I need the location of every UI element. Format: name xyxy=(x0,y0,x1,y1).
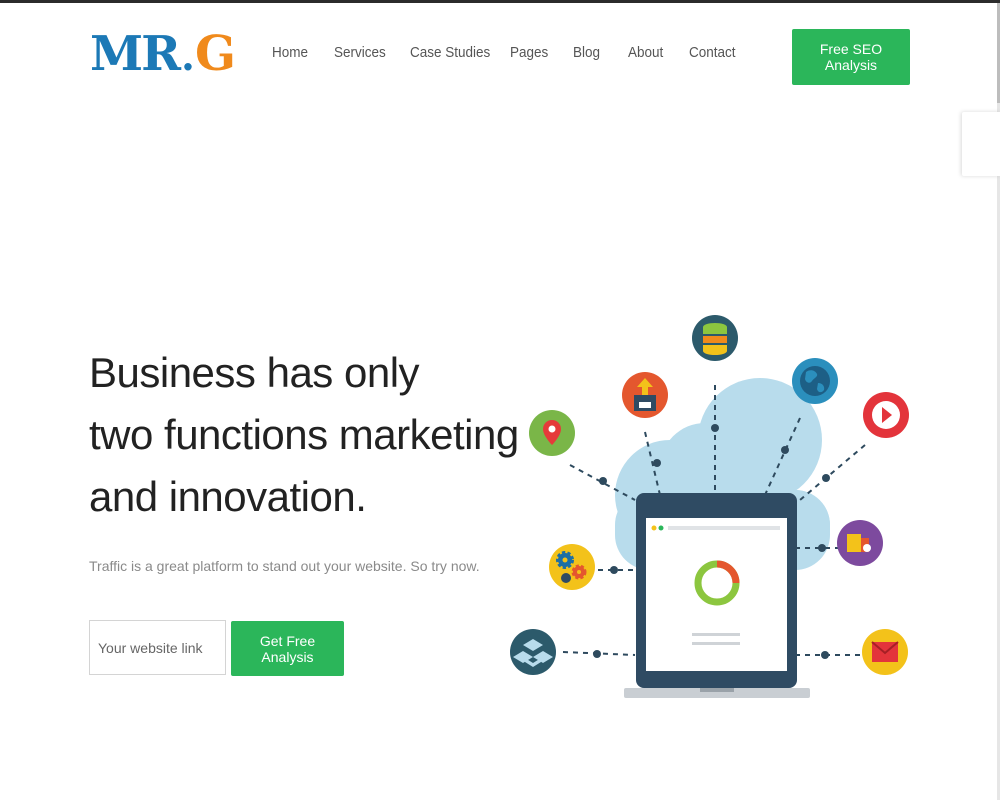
nav-services[interactable]: Services xyxy=(334,44,386,61)
window-top-border xyxy=(0,0,1000,3)
get-free-analysis-button[interactable]: Get Free Analysis xyxy=(231,621,344,676)
hero-headline-line-3: and innovation. xyxy=(89,473,367,520)
play-icon xyxy=(863,392,909,438)
nav-contact[interactable]: Contact xyxy=(689,44,736,61)
mail-icon xyxy=(862,629,908,675)
side-floating-widget[interactable] xyxy=(962,112,1000,176)
logo-dot: . xyxy=(181,33,195,80)
nav-about[interactable]: About xyxy=(628,44,663,61)
main-nav: Home Services Case Studies Pages Blog Ab… xyxy=(272,44,761,61)
laptop-icon xyxy=(624,493,810,698)
nav-pages[interactable]: Pages xyxy=(510,44,548,61)
database-icon xyxy=(692,315,738,361)
hero-headline-line-2: two functions marketing xyxy=(89,411,519,458)
website-link-input[interactable] xyxy=(89,620,226,675)
hero-headline: Business has only two functions marketin… xyxy=(89,342,519,528)
logo-text-g: G xyxy=(194,26,236,82)
nav-home[interactable]: Home xyxy=(272,44,308,61)
nav-blog[interactable]: Blog xyxy=(573,44,600,61)
site-logo[interactable]: MR . G xyxy=(90,26,236,82)
gears-icon xyxy=(549,544,595,590)
upload-floppy-icon xyxy=(622,372,668,418)
box-icon xyxy=(837,520,883,566)
seo-network-illustration xyxy=(510,315,909,698)
hero-subtext: Traffic is a great platform to stand out… xyxy=(89,558,480,574)
globe-icon xyxy=(792,358,838,404)
free-seo-analysis-button[interactable]: Free SEO Analysis xyxy=(792,29,910,85)
location-pin-icon xyxy=(529,410,575,456)
nav-case-studies[interactable]: Case Studies xyxy=(410,44,490,61)
hero-headline-line-1: Business has only xyxy=(89,349,420,396)
dropbox-icon xyxy=(510,629,556,675)
logo-text-mr: MR xyxy=(90,26,181,82)
